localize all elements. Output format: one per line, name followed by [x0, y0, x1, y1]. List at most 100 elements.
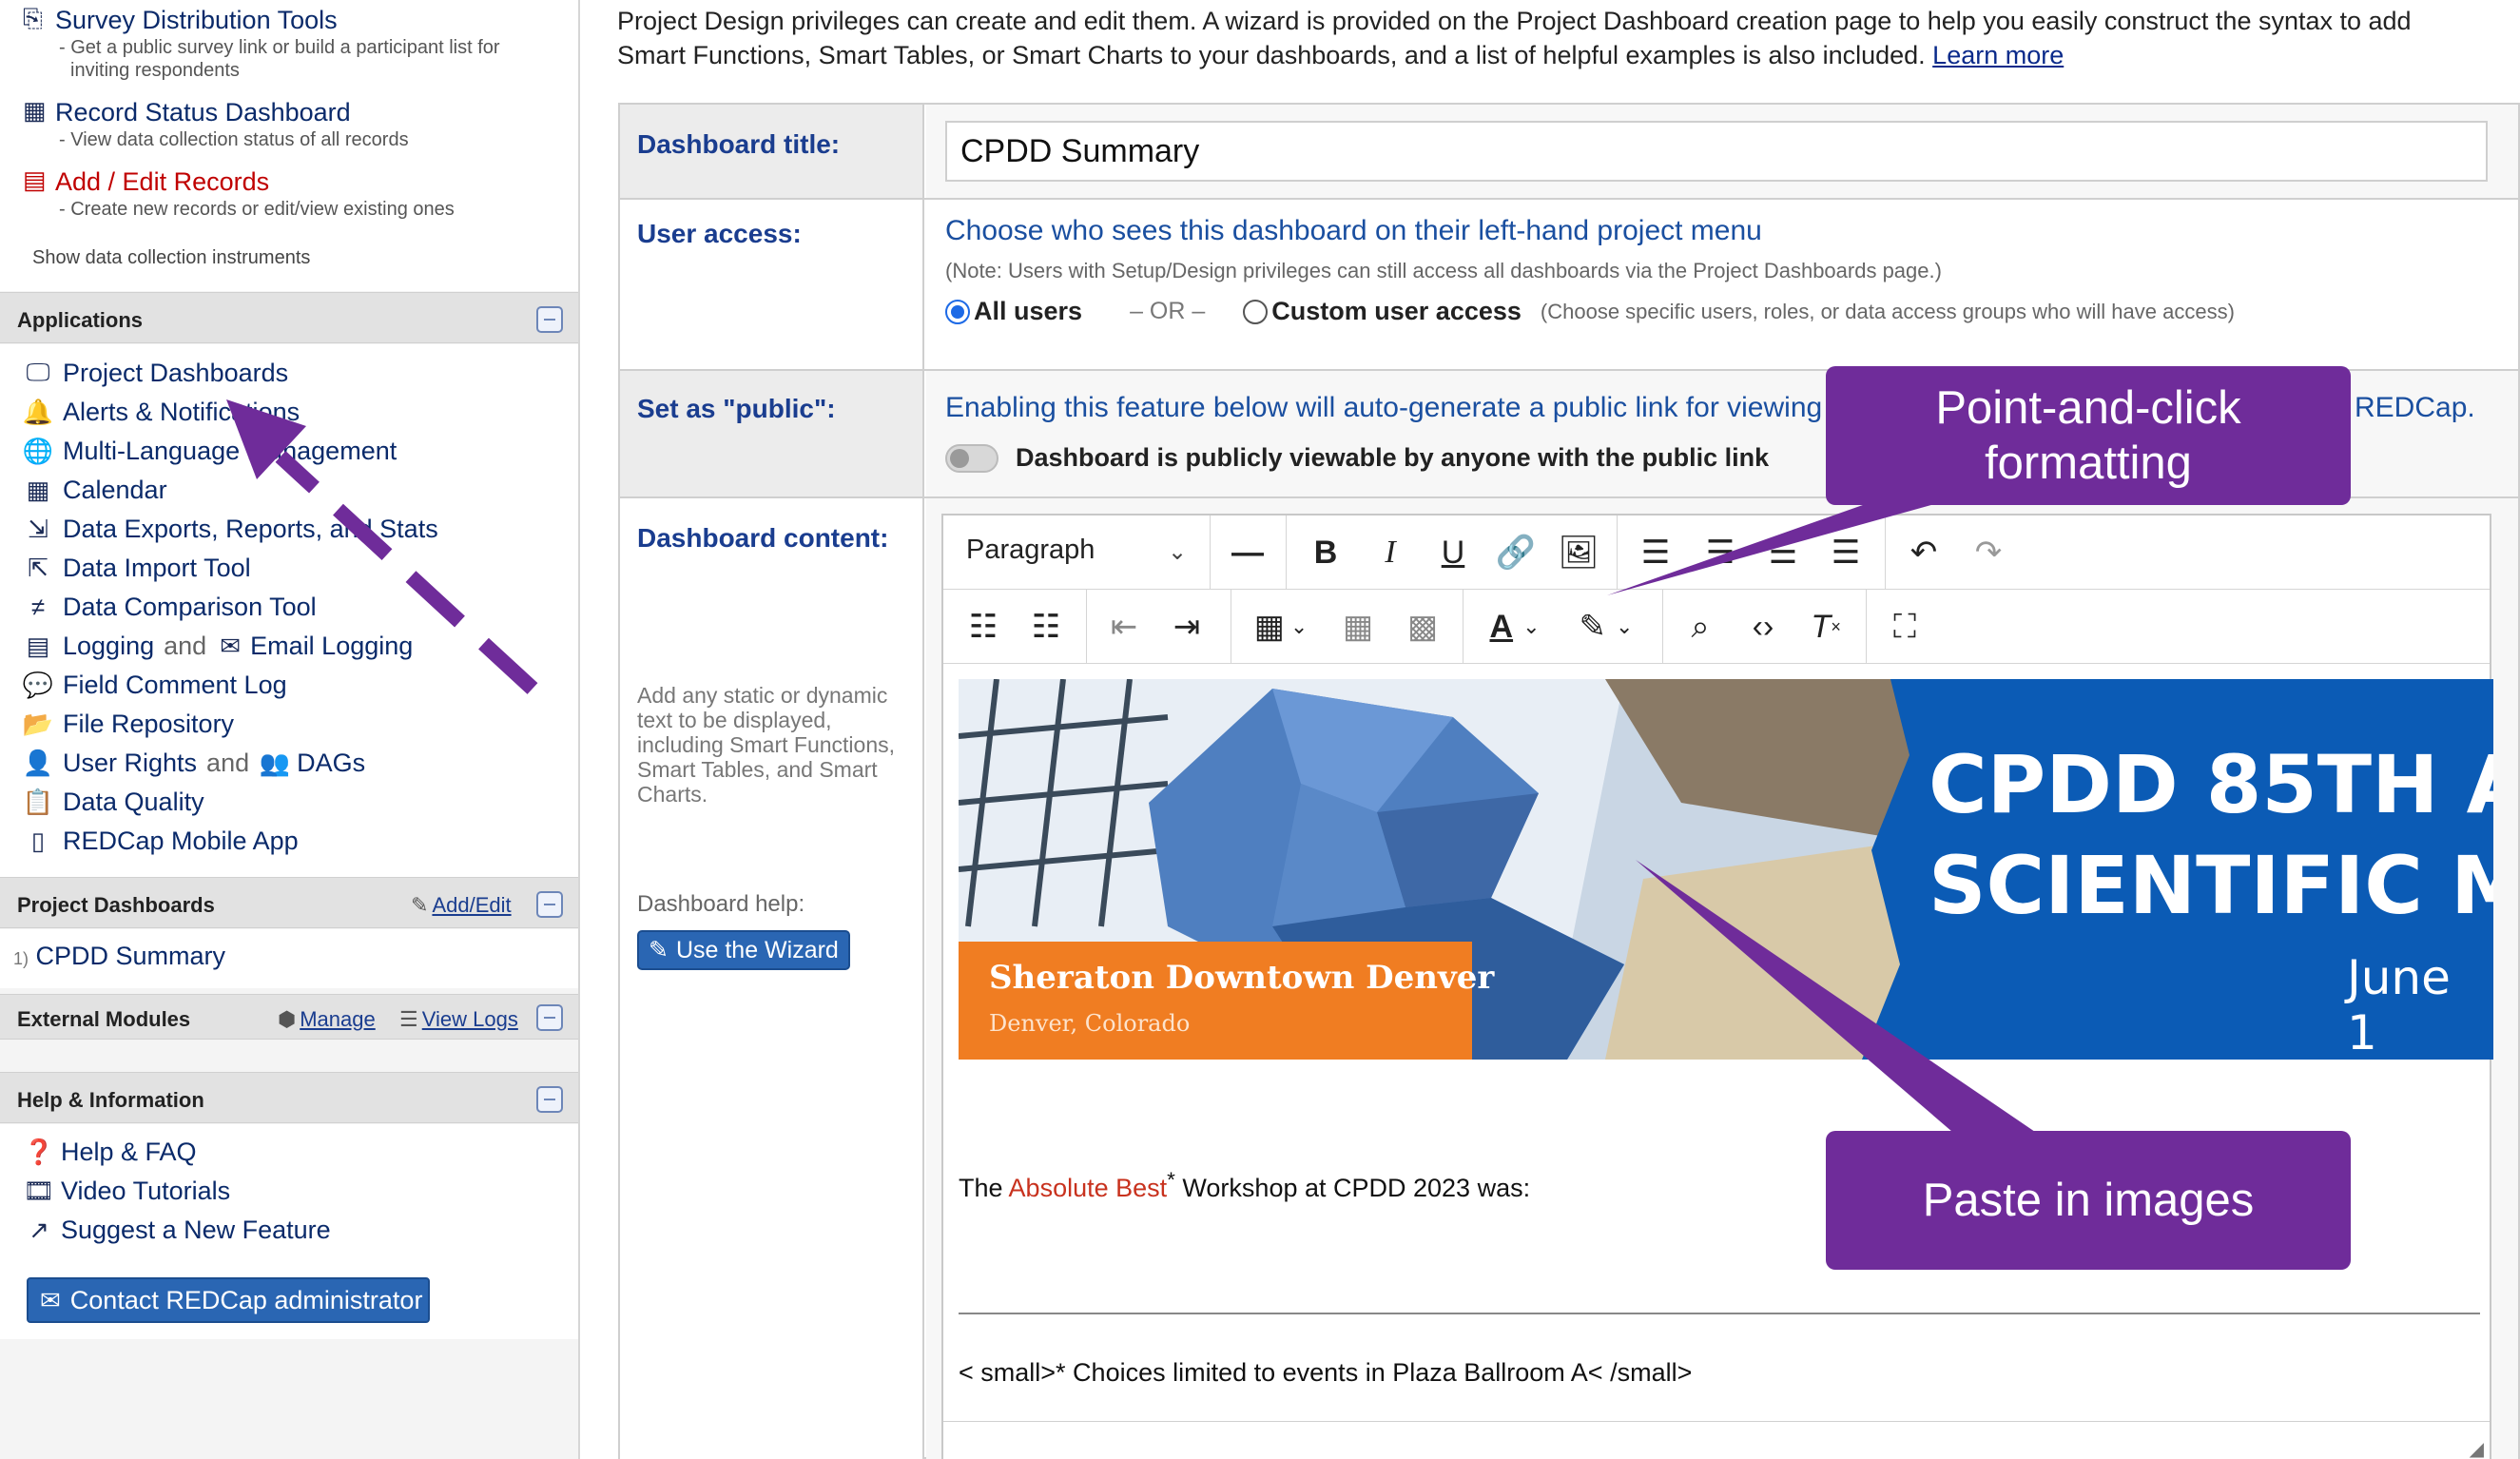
text-color-icon[interactable]: A ⌄: [1472, 590, 1558, 664]
table-insert-icon[interactable]: ▦ ⌄: [1240, 590, 1322, 664]
app-data-import[interactable]: ⇱ Data Import Tool: [19, 551, 251, 585]
help-video-tutorials[interactable]: 🎞 Video Tutorials: [23, 1174, 230, 1208]
record-status-title[interactable]: Record Status Dashboard: [55, 96, 409, 128]
survey-icon: ⎘: [23, 4, 43, 32]
indent-icon[interactable]: ⇥: [1158, 590, 1215, 664]
custom-access-radio[interactable]: [1243, 299, 1269, 324]
view-logs-link[interactable]: ☰ View Logs: [399, 1007, 518, 1032]
use-wizard-label[interactable]: Use the Wizard: [676, 937, 839, 964]
help-label[interactable]: Suggest a New Feature: [61, 1216, 331, 1245]
app-label[interactable]: Alerts & Notifications: [63, 398, 300, 427]
fullscreen-icon[interactable]: ⛶: [1875, 590, 1934, 664]
app-label[interactable]: User Rights: [63, 749, 197, 778]
manage-modules-link[interactable]: ⬢ Manage: [278, 1007, 376, 1032]
help-label[interactable]: Video Tutorials: [61, 1177, 230, 1206]
learn-more-link[interactable]: Learn more: [1932, 41, 2064, 69]
all-users-label[interactable]: All users: [974, 297, 1082, 326]
paragraph-format-select[interactable]: Paragraph ⌄: [943, 516, 1210, 590]
link-icon[interactable]: 🔗: [1487, 516, 1544, 590]
numbered-list-icon[interactable]: ☷: [1018, 590, 1075, 664]
align-left-icon[interactable]: ☰: [1626, 516, 1685, 590]
bullet-list-icon[interactable]: ☷: [955, 590, 1012, 664]
italic-icon[interactable]: I: [1362, 516, 1419, 590]
app-label[interactable]: Data Exports, Reports, and Stats: [63, 515, 438, 544]
app-calendar[interactable]: ▦ Calendar: [19, 473, 167, 507]
app-logging[interactable]: ▤ Logging and ✉ Email Logging: [19, 629, 414, 663]
contact-admin-button[interactable]: ✉ Contact REDCap administrator: [27, 1277, 430, 1323]
help-faq[interactable]: ❓ Help & FAQ: [23, 1135, 197, 1169]
underline-icon[interactable]: U: [1425, 516, 1482, 590]
clear-formatting-icon[interactable]: T ×: [1797, 590, 1854, 664]
survey-distribution-tools[interactable]: ⎘ Survey Distribution Tools - Get a publ…: [23, 4, 500, 82]
view-logs-label[interactable]: View Logs: [422, 1007, 518, 1031]
record-status-dashboard[interactable]: ▦ Record Status Dashboard - View data co…: [23, 96, 409, 151]
custom-access-label[interactable]: Custom user access: [1271, 297, 1522, 326]
align-center-icon[interactable]: ☰: [1691, 516, 1750, 590]
pasted-banner-image[interactable]: CPDD 85TH AN SCIENTIFIC ME June 1 Sherat…: [959, 679, 2493, 1060]
app-label[interactable]: Field Comment Log: [63, 671, 287, 700]
app-alerts[interactable]: 🔔 Alerts & Notifications: [19, 395, 300, 429]
highlight-color-icon[interactable]: ✎ ⌄: [1563, 590, 1649, 664]
use-wizard-button[interactable]: ✎ Use the Wizard: [637, 930, 850, 970]
app-label[interactable]: Logging: [63, 632, 154, 661]
all-users-radio[interactable]: [945, 299, 970, 324]
app-data-comparison[interactable]: ≠ Data Comparison Tool: [19, 590, 317, 624]
title-row-field: CPDD Summary: [926, 105, 2518, 198]
collapse-icon[interactable]: [536, 306, 563, 333]
app-label[interactable]: REDCap Mobile App: [63, 827, 299, 856]
show-instruments-link[interactable]: Show data collection instruments: [32, 247, 310, 269]
collapse-icon[interactable]: [536, 891, 563, 918]
undo-icon[interactable]: ↶: [1894, 516, 1953, 590]
set-public-label: Set as "public":: [637, 394, 836, 423]
public-toggle-switch[interactable]: [945, 443, 998, 473]
app-label[interactable]: Multi-Language Management: [63, 437, 397, 466]
align-right-icon[interactable]: ☰: [1754, 516, 1812, 590]
app-label[interactable]: Calendar: [63, 476, 167, 505]
app-label[interactable]: Data Comparison Tool: [63, 593, 317, 622]
app-mobile-app[interactable]: ▯ REDCap Mobile App: [19, 824, 299, 858]
outdent-icon[interactable]: ⇤: [1095, 590, 1153, 664]
app-field-comment-log[interactable]: 💬 Field Comment Log: [19, 668, 287, 702]
image-icon[interactable]: 🖼: [1550, 516, 1607, 590]
table-properties-icon[interactable]: ▦: [1329, 590, 1386, 664]
app-label[interactable]: File Repository: [63, 710, 234, 739]
contact-admin-label[interactable]: Contact REDCap administrator: [70, 1286, 423, 1315]
dashboard-title-input[interactable]: CPDD Summary: [945, 121, 2488, 182]
source-code-icon[interactable]: ‹›: [1735, 590, 1792, 664]
redo-icon[interactable]: ↷: [1959, 516, 2018, 590]
app-data-exports[interactable]: ⇲ Data Exports, Reports, and Stats: [19, 512, 438, 546]
horizontal-line-icon[interactable]: —: [1219, 516, 1276, 590]
app-label-2[interactable]: DAGs: [297, 749, 365, 778]
dashboard-item-label[interactable]: CPDD Summary: [36, 942, 226, 970]
manage-label[interactable]: Manage: [300, 1007, 376, 1031]
app-multi-language[interactable]: 🌐 Multi-Language Management: [19, 434, 397, 468]
help-label[interactable]: Help & FAQ: [61, 1138, 197, 1167]
dashboard-item-cpdd[interactable]: 1) CPDD Summary: [13, 942, 225, 971]
paragraph-select-label[interactable]: Paragraph: [966, 535, 1095, 566]
justify-icon[interactable]: ☰: [1816, 516, 1875, 590]
search-icon[interactable]: ⌕: [1672, 590, 1729, 664]
resize-handle-icon[interactable]: ◢: [2470, 1437, 2484, 1459]
app-label[interactable]: Data Import Tool: [63, 554, 251, 583]
collapse-icon[interactable]: [536, 1004, 563, 1031]
app-project-dashboards[interactable]: 🖵 Project Dashboards: [19, 356, 288, 390]
public-toggle-label[interactable]: Dashboard is publicly viewable by anyone…: [1016, 443, 1769, 473]
add-edit-records[interactable]: ▤ Add / Edit Records - Create new record…: [23, 165, 455, 221]
dashboard-item-number: 1): [13, 949, 29, 968]
add-edit-label[interactable]: Add/Edit: [432, 893, 511, 917]
app-label[interactable]: Project Dashboards: [63, 359, 288, 388]
add-edit-records-title[interactable]: Add / Edit Records: [55, 165, 455, 198]
survey-distribution-title[interactable]: Survey Distribution Tools: [55, 4, 500, 36]
table-cell-icon[interactable]: ▩: [1394, 590, 1451, 664]
app-data-quality[interactable]: 📋 Data Quality: [19, 785, 204, 819]
app-file-repository[interactable]: 📂 File Repository: [19, 707, 234, 741]
add-edit-dashboards-link[interactable]: ✎ Add/Edit: [411, 893, 512, 918]
collapse-icon[interactable]: [536, 1086, 563, 1113]
app-label-2[interactable]: Email Logging: [250, 632, 413, 661]
editor-footnote[interactable]: < small>* Choices limited to events in P…: [959, 1358, 1692, 1388]
bold-icon[interactable]: B: [1297, 516, 1354, 590]
app-label[interactable]: Data Quality: [63, 788, 204, 817]
help-suggest-feature[interactable]: ↗ Suggest a New Feature: [23, 1213, 331, 1247]
editor-body-text[interactable]: The Absolute Best* Workshop at CPDD 2023…: [959, 1168, 1530, 1203]
app-user-rights[interactable]: 👤 User Rights and 👥 DAGs: [19, 746, 365, 780]
